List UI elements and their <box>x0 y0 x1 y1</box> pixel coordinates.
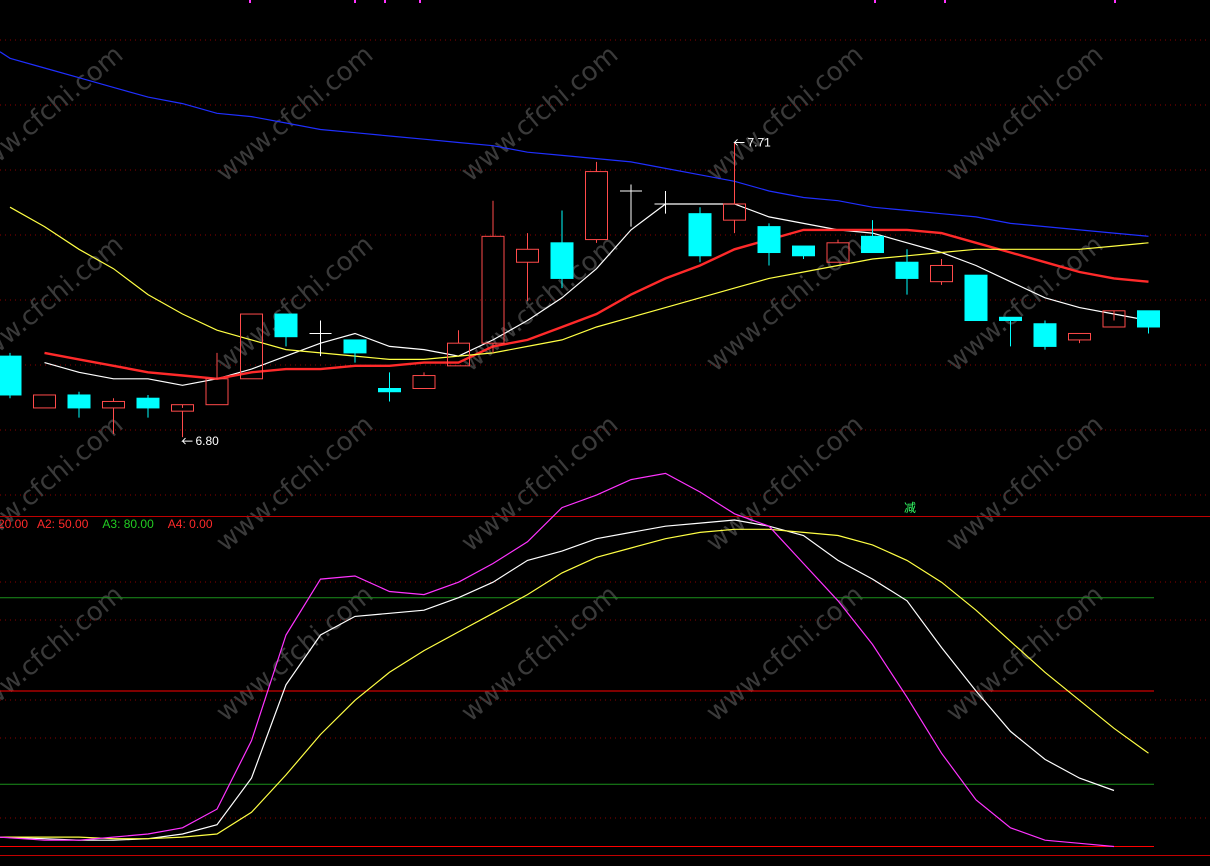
candle <box>861 220 884 254</box>
candle-body <box>964 274 988 322</box>
candle-body <box>895 261 919 279</box>
watermark-text: www.cfchi.com <box>701 40 870 188</box>
annotation-label: 6.80 <box>196 434 220 448</box>
legend-item: 20.00 <box>0 517 28 531</box>
candle <box>792 245 815 259</box>
candle <box>930 259 953 285</box>
legend-item: A3: 80.00 <box>102 517 154 531</box>
watermark-text: www.cfchi.com <box>456 410 625 558</box>
watermark-text: www.cfchi.com <box>456 40 625 188</box>
candle-body <box>378 388 401 393</box>
candle <box>964 274 988 322</box>
candle-body <box>757 226 781 254</box>
watermark-text: www.cfchi.com <box>0 580 129 728</box>
kdj-line <box>0 519 1115 841</box>
watermark-text: www.cfchi.com <box>211 580 380 728</box>
watermark-text: www.cfchi.com <box>701 410 870 558</box>
watermark-text: www.cfchi.com <box>701 580 870 728</box>
watermark-text: www.cfchi.com <box>941 410 1110 558</box>
candle <box>550 210 574 289</box>
candle <box>378 372 401 402</box>
candle-body <box>861 235 884 254</box>
candle-body <box>930 264 953 283</box>
candle <box>343 339 367 363</box>
candle-body <box>0 355 22 396</box>
candle <box>171 404 194 438</box>
candle <box>412 372 436 389</box>
legend-item: A4: 0.00 <box>168 517 213 531</box>
candle <box>33 394 56 409</box>
watermark-text: www.cfchi.com <box>0 40 129 188</box>
candle-body <box>1033 323 1057 347</box>
candle-body <box>1068 332 1091 341</box>
candle-body <box>136 397 160 409</box>
legend-item: A2: 50.00 <box>37 517 89 531</box>
candle-body <box>274 313 298 338</box>
candle-body <box>1137 310 1160 328</box>
candle-body <box>999 316 1022 322</box>
signal-label: 减 <box>904 501 916 515</box>
candle-body <box>343 339 367 354</box>
candle <box>688 207 712 263</box>
watermark-text: www.cfchi.com <box>211 410 380 558</box>
candle-body <box>67 394 91 409</box>
candle <box>1102 310 1126 328</box>
candle <box>1137 310 1160 334</box>
annotation-arrow <box>181 437 193 445</box>
candle-body <box>33 394 56 409</box>
watermark-text: www.cfchi.com <box>701 230 870 378</box>
candle <box>136 394 160 418</box>
candle-body <box>688 213 712 257</box>
watermark-text: www.cfchi.com <box>0 410 129 558</box>
candle <box>620 184 642 227</box>
candle-body <box>205 378 229 406</box>
indicator-legend: 20.00 A2: 50.00 A3: 80.00 A4: 0.00 <box>0 517 213 531</box>
watermark-text: www.cfchi.com <box>456 580 625 728</box>
candle-body <box>550 242 574 279</box>
candle <box>1068 332 1091 344</box>
watermark-text: www.cfchi.com <box>456 230 625 378</box>
watermark-layer: www.cfchi.com www.cfchi.com www.cfchi.com w… <box>0 40 1109 728</box>
watermark-text: www.cfchi.com <box>211 40 380 188</box>
candle <box>1033 320 1057 350</box>
candle-body <box>792 245 815 257</box>
stock-chart-canvas: www.cfchi.com www.cfchi.com www.cfchi.com w… <box>0 0 1210 856</box>
candle-body <box>102 400 125 409</box>
annotation-label: 7.71 <box>748 135 772 149</box>
candle <box>0 352 22 399</box>
candle-body <box>412 375 436 389</box>
candle <box>67 391 91 418</box>
candle <box>309 320 332 357</box>
candle <box>274 313 298 347</box>
watermark-text: www.cfchi.com <box>941 40 1110 188</box>
candle-body <box>516 248 539 263</box>
candle <box>757 223 781 266</box>
